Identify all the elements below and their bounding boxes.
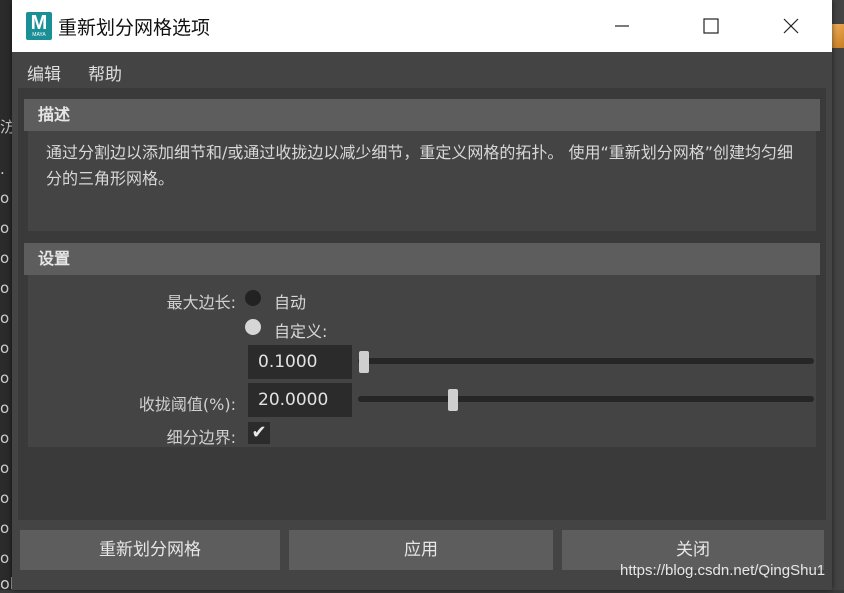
logo-letter: M (30, 12, 48, 34)
remesh-options-window: M MAYA 重新划分网格选项 编辑 帮助 描述 通过分割边以添加细节和/或通过… (12, 0, 832, 590)
collapse-threshold-field[interactable]: 20.0000 (248, 383, 352, 417)
collapse-threshold-slider-handle[interactable] (447, 389, 458, 411)
title-bar[interactable]: M MAYA 重新划分网格选项 (12, 0, 832, 52)
description-text: 通过分割边以添加细节和/或通过收拢边以减少细节，重定义网格的拓扑。 使用“重新划… (46, 143, 794, 188)
maya-logo-icon: M MAYA (26, 12, 52, 40)
watermark-text: https://blog.csdn.net/QingShu1 (620, 562, 826, 579)
description-section-header[interactable]: 描述 (24, 99, 820, 131)
smooth-boundary-checkbox[interactable]: ✔ (248, 422, 270, 444)
edge-length-slider-track[interactable] (358, 358, 814, 364)
menu-help[interactable]: 帮助 (88, 60, 122, 85)
max-edge-length-label: 最大边长: (166, 293, 236, 312)
options-content: 描述 通过分割边以添加细节和/或通过收拢边以减少细节，重定义网格的拓扑。 使用“… (18, 88, 826, 520)
background-app-right (832, 0, 844, 590)
collapse-threshold-label: 收拢阈值(%): (138, 395, 236, 414)
radio-auto[interactable] (245, 290, 261, 306)
collapse-threshold-slider-track[interactable] (358, 396, 814, 402)
maximize-button[interactable] (681, 0, 741, 52)
checkmark-icon: ✔ (251, 422, 267, 443)
maximize-icon (703, 18, 719, 34)
menu-bar: 编辑 帮助 (12, 52, 832, 88)
apply-button[interactable]: 应用 (289, 530, 553, 570)
radio-custom-label: 自定义: (274, 322, 328, 341)
settings-header-label: 设置 (38, 249, 71, 268)
close-window-button[interactable] (761, 0, 821, 52)
logo-subtext: MAYA (32, 32, 46, 38)
minimize-button[interactable] (592, 0, 652, 52)
description-header-label: 描述 (38, 105, 71, 124)
cube-icon (832, 24, 844, 48)
smooth-boundary-label: 细分边界: (166, 428, 236, 447)
minimize-icon (615, 25, 629, 27)
edge-length-field[interactable]: 0.1000 (248, 345, 352, 379)
window-title: 重新划分网格选项 (58, 17, 211, 39)
settings-section-header[interactable]: 设置 (24, 243, 820, 275)
remesh-button[interactable]: 重新划分网格 (20, 530, 280, 570)
radio-custom[interactable] (245, 319, 261, 335)
close-icon (783, 18, 799, 34)
radio-auto-label: 自动 (274, 293, 307, 312)
menu-edit[interactable]: 编辑 (27, 60, 61, 85)
edge-length-slider-handle[interactable] (359, 351, 369, 373)
